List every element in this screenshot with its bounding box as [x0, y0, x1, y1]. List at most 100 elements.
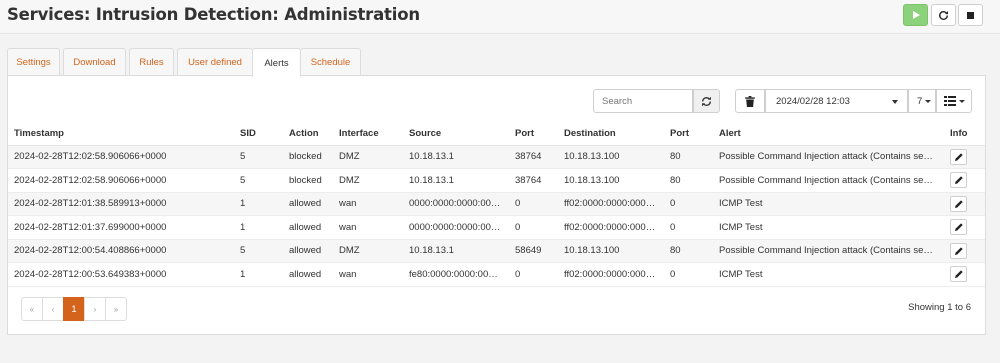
cell-interface: DMZ: [333, 239, 403, 263]
next-page-button[interactable]: ›: [84, 297, 106, 321]
column-header-source[interactable]: Source: [403, 122, 509, 146]
cell-source-port: 0: [509, 262, 558, 287]
tab-settings[interactable]: Settings: [7, 48, 60, 76]
cell-alert: Possible Command Injection attack (Conta…: [713, 168, 944, 193]
search-input[interactable]: [602, 95, 684, 107]
start-service-button[interactable]: [903, 4, 928, 26]
cell-action: allowed: [283, 239, 333, 263]
cell-destination-port: 80: [664, 239, 713, 263]
search-field[interactable]: [593, 89, 693, 113]
alerts-panel: 2024/02/28 12:03 7 Timestamp SID Action …: [7, 75, 986, 335]
row-count-value: 7: [917, 95, 923, 107]
play-icon: [913, 11, 920, 19]
cell-info: [944, 239, 985, 263]
stop-service-button[interactable]: [958, 4, 983, 26]
clear-log-button[interactable]: [735, 89, 765, 113]
info-button[interactable]: [950, 148, 967, 165]
cell-source-port: 38764: [509, 168, 558, 193]
column-header-action[interactable]: Action: [283, 122, 333, 146]
column-header-interface[interactable]: Interface: [333, 122, 403, 146]
chevron-down-icon: [925, 100, 931, 103]
column-header-sid[interactable]: SID: [234, 122, 283, 146]
cell-alert: Possible Command Injection attack (Conta…: [713, 239, 944, 263]
info-button[interactable]: [950, 266, 967, 283]
last-page-button[interactable]: »: [105, 297, 127, 321]
cell-timestamp: 2024-02-28T12:02:58.906066+0000: [8, 145, 234, 169]
log-file-select[interactable]: 2024/02/28 12:03: [765, 89, 908, 113]
tab-download[interactable]: Download: [63, 48, 126, 76]
info-button[interactable]: [950, 172, 967, 189]
cell-destination: ff02:0000:0000:0000:0…: [558, 262, 664, 287]
cell-alert: ICMP Test: [713, 215, 944, 240]
tab-alerts[interactable]: Alerts: [252, 48, 301, 77]
cell-alert: ICMP Test: [713, 262, 944, 287]
pencil-icon: [954, 153, 963, 161]
row-count-select[interactable]: 7: [908, 89, 936, 113]
stop-icon: [967, 11, 974, 19]
info-button[interactable]: [950, 242, 967, 259]
table-header-row: Timestamp SID Action Interface Source Po…: [8, 122, 985, 146]
pencil-icon: [954, 200, 963, 208]
table-row: 2024-02-28T12:02:58.906066+0000 5 blocke…: [8, 145, 985, 169]
cell-source: 10.18.13.1: [403, 239, 509, 263]
cell-source-port: 0: [509, 192, 558, 216]
tab-schedule[interactable]: Schedule: [300, 48, 361, 76]
cell-destination-port: 80: [664, 145, 713, 169]
cell-action: allowed: [283, 262, 333, 287]
log-file-value: 2024/02/28 12:03: [776, 95, 850, 107]
table-row: 2024-02-28T12:00:53.649383+0000 1 allowe…: [8, 262, 985, 287]
cell-sid: 1: [234, 262, 283, 287]
cell-source-port: 38764: [509, 145, 558, 169]
cell-destination-port: 0: [664, 215, 713, 240]
cell-action: allowed: [283, 215, 333, 240]
cell-source-port: 0: [509, 215, 558, 240]
current-page-button[interactable]: 1: [63, 297, 85, 321]
pencil-icon: [954, 247, 963, 255]
column-header-info[interactable]: Info: [944, 122, 985, 146]
trash-icon: [745, 95, 755, 107]
cell-info: [944, 192, 985, 216]
showing-count: Showing 1 to 6: [908, 302, 971, 313]
cell-info: [944, 215, 985, 240]
previous-page-button[interactable]: ‹: [42, 297, 64, 321]
cell-source: fe80:0000:0000:0000:…: [403, 262, 509, 287]
cell-destination: 10.18.13.100: [558, 145, 664, 169]
pagination: « ‹ 1 › »: [21, 297, 127, 321]
cell-timestamp: 2024-02-28T12:00:54.408866+0000: [8, 239, 234, 263]
restart-service-button[interactable]: [931, 4, 956, 26]
column-header-destination[interactable]: Destination: [558, 122, 664, 146]
first-page-button[interactable]: «: [21, 297, 43, 321]
cell-info: [944, 168, 985, 193]
refresh-alerts-button[interactable]: [693, 89, 720, 113]
cell-source: 0000:0000:0000:0000:…: [403, 192, 509, 216]
pencil-icon: [954, 223, 963, 232]
column-header-alert[interactable]: Alert: [713, 122, 944, 146]
cell-sid: 5: [234, 239, 283, 263]
info-button[interactable]: [950, 219, 967, 236]
cell-action: allowed: [283, 192, 333, 216]
page-header: Services: Intrusion Detection: Administr…: [0, 0, 1000, 34]
alerts-table: Timestamp SID Action Interface Source Po…: [8, 122, 985, 287]
column-header-destination-port[interactable]: Port: [664, 122, 713, 146]
cell-interface: wan: [333, 192, 403, 216]
info-button[interactable]: [950, 195, 967, 212]
cell-interface: DMZ: [333, 168, 403, 193]
cell-timestamp: 2024-02-28T12:01:38.589913+0000: [8, 192, 234, 216]
cell-destination-port: 80: [664, 168, 713, 193]
column-header-timestamp[interactable]: Timestamp: [8, 122, 234, 146]
cell-timestamp: 2024-02-28T12:00:53.649383+0000: [8, 262, 234, 287]
cell-destination: ff02:0000:0000:0000:0…: [558, 192, 664, 216]
cell-source: 10.18.13.1: [403, 145, 509, 169]
tab-user-defined[interactable]: User defined: [177, 48, 253, 76]
tab-rules[interactable]: Rules: [129, 48, 174, 76]
cell-info: [944, 145, 985, 169]
cell-sid: 1: [234, 215, 283, 240]
table-row: 2024-02-28T12:01:37.699000+0000 1 allowe…: [8, 215, 985, 240]
cell-destination-port: 0: [664, 192, 713, 216]
columns-button[interactable]: [936, 89, 972, 113]
cell-action: blocked: [283, 168, 333, 193]
column-header-source-port[interactable]: Port: [509, 122, 558, 146]
cell-sid: 1: [234, 192, 283, 216]
cell-alert: ICMP Test: [713, 192, 944, 216]
cell-destination-port: 0: [664, 262, 713, 287]
